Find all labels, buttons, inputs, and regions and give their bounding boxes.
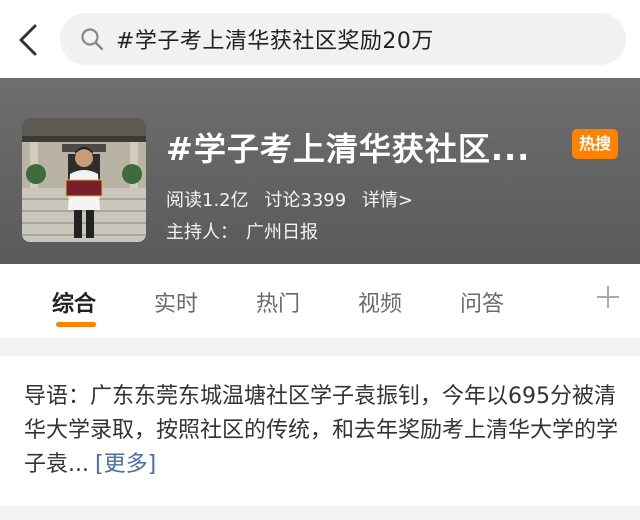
tab-video[interactable]: 视频: [358, 286, 402, 318]
tab-comprehensive[interactable]: 综合: [52, 286, 96, 318]
intro-text: 导语：广东东莞东城温塘社区学子袁振钊，今年以695分被清华大学录取，按照社区的传…: [24, 380, 624, 482]
student-photo-icon: [22, 118, 146, 242]
search-query: #学子考上清华获社区奖励20万: [116, 29, 434, 54]
add-tab-button[interactable]: [592, 278, 624, 314]
tab-bar: 综合 实时 热门 视频 问答: [0, 264, 640, 338]
topic-header: #学子考上清华获社区... 热搜 阅读1.2亿 讨论3399 详情> 主持人： 广…: [0, 78, 640, 264]
search-input[interactable]: #学子考上清华获社区奖励20万: [60, 13, 626, 65]
back-button[interactable]: [8, 18, 48, 62]
more-link[interactable]: [更多]: [95, 452, 156, 477]
search-icon: [80, 27, 104, 51]
topic-thumbnail[interactable]: [22, 118, 146, 242]
read-count: 阅读1.2亿: [166, 190, 249, 211]
tab-qa[interactable]: 问答: [460, 286, 504, 318]
top-bar: #学子考上清华获社区奖励20万: [0, 0, 640, 78]
discussion-count: 讨论3399: [264, 190, 347, 211]
details-link[interactable]: 详情>: [362, 190, 413, 211]
topic-intro: 导语：广东东莞东城温塘社区学子袁振钊，今年以695分被清华大学录取，按照社区的传…: [0, 356, 640, 506]
tab-popular[interactable]: 热门: [256, 286, 300, 318]
host-name[interactable]: 广州日报: [246, 222, 318, 243]
topic-title: #学子考上清华获社区...: [166, 130, 531, 168]
active-tab-indicator: [56, 322, 96, 327]
host-label: 主持人：: [166, 222, 238, 243]
tab-realtime[interactable]: 实时: [154, 286, 198, 318]
hot-badge: 热搜: [572, 129, 618, 159]
plus-icon: [592, 286, 624, 318]
chevron-left-icon: [17, 23, 39, 57]
topic-stats: 阅读1.2亿 讨论3399 详情>: [166, 186, 423, 212]
host-row: 主持人： 广州日报: [166, 218, 318, 244]
